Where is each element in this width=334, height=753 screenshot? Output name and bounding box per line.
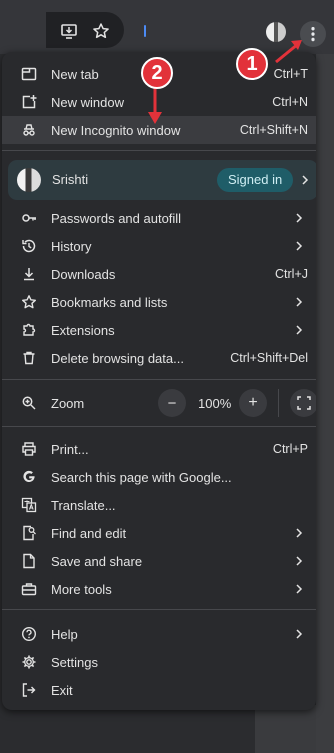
- callout-2-text: 2: [151, 61, 163, 84]
- callout-number-1: 1: [236, 48, 268, 80]
- callout-number-2: 2: [141, 57, 173, 89]
- annotation-arrows: [148, 40, 302, 124]
- callout-1-text: 1: [246, 52, 258, 75]
